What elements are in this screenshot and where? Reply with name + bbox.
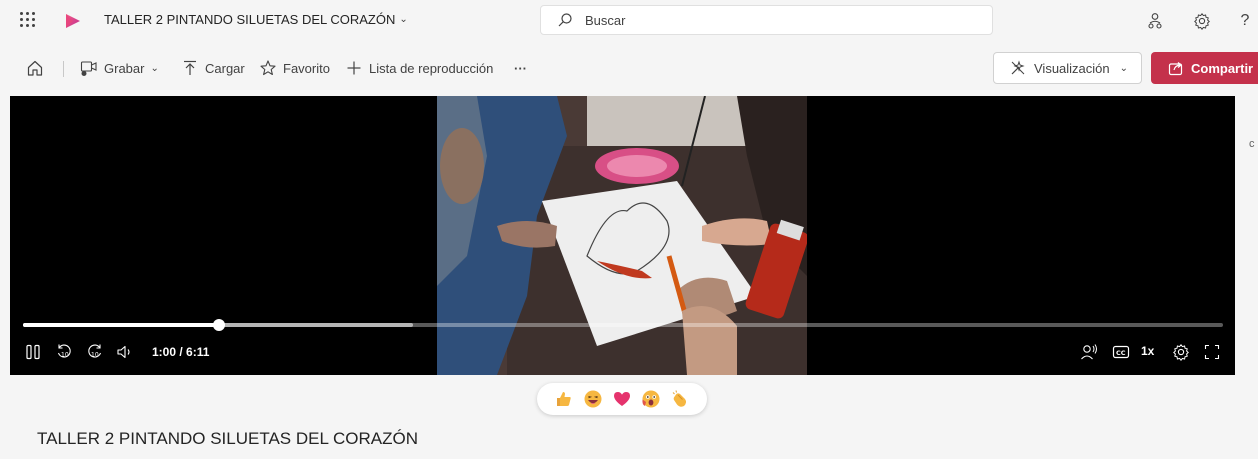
volume-icon: [117, 345, 130, 359]
playlist-label: Lista de reproducción: [369, 60, 494, 76]
share-icon: [1168, 62, 1183, 76]
favorite-button[interactable]: Favorito: [259, 58, 330, 78]
search-icon: [558, 13, 572, 27]
video-title-dropdown[interactable]: TALLER 2 PINTANDO SILUETAS DEL CORAZÓN ⌄: [104, 12, 408, 27]
share-label: Compartir: [1191, 60, 1254, 76]
thumbs-up-reaction-icon[interactable]: [554, 389, 574, 409]
chevron-down-icon: ⌄: [1119, 62, 1129, 74]
add-icon: [347, 61, 361, 75]
pause-button[interactable]: [24, 343, 42, 361]
video-player[interactable]: 10 10 1:00 / 6:11 CC 1x: [10, 96, 1235, 375]
share-button[interactable]: Compartir: [1151, 52, 1258, 84]
forward-button[interactable]: 10: [86, 343, 104, 361]
playlist-button[interactable]: Lista de reproducción: [345, 58, 493, 78]
view-icon: [1011, 60, 1025, 75]
pause-icon: [26, 344, 40, 360]
chevron-down-icon: ⌄: [150, 62, 159, 74]
reactions-bar: [537, 383, 707, 415]
star-icon: [260, 60, 276, 76]
page-title: TALLER 2 PINTANDO SILUETAS DEL CORAZÓN: [37, 429, 419, 448]
home-button[interactable]: [26, 58, 50, 78]
fullscreen-button[interactable]: [1203, 343, 1221, 361]
upload-icon: [184, 60, 196, 75]
speaker-coach-button[interactable]: [1079, 343, 1099, 361]
fullscreen-icon: [1204, 344, 1220, 360]
progress-fill: [23, 323, 219, 327]
captions-icon: CC: [1112, 345, 1130, 359]
help-button[interactable]: ?: [1236, 10, 1254, 32]
more-button[interactable]: ···: [514, 58, 527, 78]
help-icon: ?: [1240, 12, 1250, 29]
heart-reaction-icon[interactable]: [612, 389, 632, 409]
command-bar: Grabar ⌄ Cargar Favorito Lista de reprod…: [0, 48, 1258, 88]
forward-10-icon: 10: [88, 344, 102, 359]
record-icon: [80, 61, 97, 76]
search-input[interactable]: [585, 12, 965, 28]
favorite-label: Favorito: [283, 60, 330, 76]
player-settings-icon: [1173, 343, 1189, 361]
top-bar: TALLER 2 PINTANDO SILUETAS DEL CORAZÓN ⌄…: [0, 0, 1258, 42]
speaker-person-icon: [1081, 344, 1097, 360]
home-icon: [27, 60, 43, 76]
record-label: Grabar: [104, 60, 145, 76]
surprised-reaction-icon[interactable]: [641, 389, 661, 409]
progress-track[interactable]: [23, 319, 1223, 331]
video-title-text: TALLER 2 PINTANDO SILUETAS DEL CORAZÓN: [104, 12, 396, 27]
settings-button[interactable]: [1191, 10, 1213, 32]
svg-text:10: 10: [61, 352, 69, 359]
people-button[interactable]: [1144, 10, 1166, 32]
record-button[interactable]: Grabar ⌄: [80, 58, 159, 78]
svg-text:CC: CC: [1116, 349, 1126, 357]
time-display: 1:00 / 6:11: [152, 345, 210, 359]
progress-thumb[interactable]: [212, 319, 225, 331]
chevron-down-icon: ⌄: [399, 14, 408, 25]
video-frame: [437, 96, 807, 375]
more-icon: ···: [514, 60, 527, 76]
laugh-reaction-icon[interactable]: [583, 389, 603, 409]
stream-logo-icon: [66, 14, 80, 28]
upload-button[interactable]: Cargar: [181, 58, 245, 78]
app-launcher-icon[interactable]: [20, 12, 36, 28]
clap-reaction-icon[interactable]: [670, 389, 690, 409]
view-button[interactable]: Visualización ⌄: [993, 52, 1142, 84]
volume-button[interactable]: [116, 343, 134, 361]
side-panel-hint: c: [1249, 138, 1255, 150]
people-icon: [1148, 13, 1162, 29]
settings-icon: [1194, 12, 1210, 30]
upload-label: Cargar: [205, 60, 245, 76]
svg-text:10: 10: [91, 352, 99, 359]
command-divider: [63, 61, 64, 77]
captions-button[interactable]: CC: [1111, 343, 1131, 361]
search-box[interactable]: [540, 5, 993, 35]
rewind-10-icon: 10: [57, 344, 71, 359]
view-label: Visualización: [1034, 60, 1110, 76]
rewind-button[interactable]: 10: [55, 343, 73, 361]
player-settings-button[interactable]: [1172, 343, 1190, 361]
playback-speed-button[interactable]: 1x: [1141, 344, 1154, 358]
